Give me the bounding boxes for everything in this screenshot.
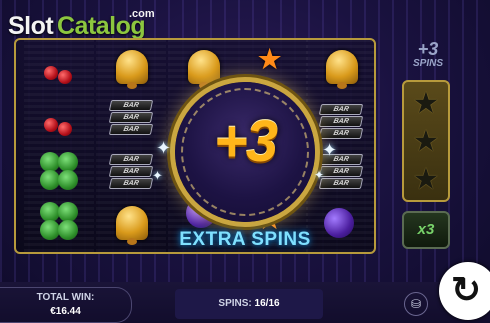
sparkle-icon: ✦ bbox=[314, 168, 325, 182]
bell-symbol bbox=[102, 46, 158, 90]
sparkle-icon: ✦ bbox=[152, 168, 163, 183]
logo-domain: .com bbox=[129, 8, 155, 20]
bar-symbol: BAR BAR BAR bbox=[102, 98, 158, 142]
total-win-label: TOTAL WIN: bbox=[36, 292, 95, 303]
seven-symbol: ★ bbox=[258, 44, 282, 74]
spin-icon: ↻ bbox=[451, 269, 482, 310]
star-icon: ★ bbox=[412, 87, 440, 120]
extra-spins-caption: EXTRA SPINS bbox=[179, 229, 311, 250]
bell-symbol bbox=[174, 46, 230, 90]
star-icon: ★ bbox=[412, 163, 440, 196]
spins-label: SPINS: bbox=[218, 298, 252, 309]
bar-symbol: BAR BAR BAR bbox=[312, 102, 368, 146]
reel-5: BAR BAR BAR BAR BAR BAR bbox=[306, 40, 374, 252]
reel-1 bbox=[24, 40, 94, 252]
cherry-symbol bbox=[30, 102, 86, 146]
total-win-value: €16.44 bbox=[50, 306, 81, 317]
multiplier-badge: x3 bbox=[402, 211, 450, 249]
sparkle-icon: ✦ bbox=[322, 140, 338, 160]
total-win-panel: TOTAL WIN: €16.44 bbox=[0, 287, 132, 323]
extra-spins-coin: +3 bbox=[175, 82, 315, 222]
spin-button[interactable]: ↻ bbox=[439, 262, 490, 320]
extra-spins-indicator: +3 SPINS bbox=[405, 40, 451, 69]
extra-spins-count: +3 bbox=[417, 39, 439, 59]
clover-symbol bbox=[30, 150, 86, 194]
coin-stack-icon[interactable]: ⛁ bbox=[404, 292, 428, 316]
bar-symbol: BAR BAR BAR bbox=[102, 152, 158, 196]
bell-symbol bbox=[312, 46, 368, 90]
star-collector: ★ ★ ★ bbox=[402, 80, 450, 202]
extra-spins-award: +3 bbox=[213, 109, 278, 174]
logo-word-slot: Slot bbox=[8, 12, 54, 40]
sparkle-icon: ✦ bbox=[156, 138, 172, 158]
clover-symbol bbox=[30, 200, 86, 244]
cherry-symbol bbox=[30, 50, 86, 94]
spins-value: 16/16 bbox=[254, 298, 280, 309]
star-icon: ★ bbox=[412, 125, 440, 158]
extra-spins-label: SPINS bbox=[412, 58, 443, 69]
spins-counter: SPINS: 16/16 bbox=[175, 289, 323, 319]
